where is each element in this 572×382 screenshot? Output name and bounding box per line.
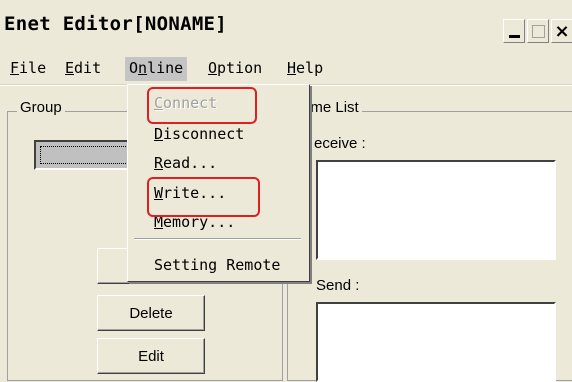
group-selector[interactable] xyxy=(34,140,134,170)
menu-item-disconnect[interactable]: Disconnect xyxy=(154,122,244,146)
maximize-icon xyxy=(531,24,545,38)
menu-online-mnemonic: n xyxy=(138,59,148,77)
delete-button[interactable]: Delete xyxy=(97,295,205,331)
menu-edit-mnemonic: E xyxy=(65,59,75,77)
minimize-icon xyxy=(508,34,520,38)
receive-list[interactable] xyxy=(316,160,556,260)
close-icon: × xyxy=(554,20,570,42)
edit-button[interactable]: Edit xyxy=(97,338,205,374)
title-bar: Enet Editor[NONAME] × xyxy=(0,0,572,52)
maximize-button[interactable] xyxy=(527,19,549,43)
receive-label: eceive : xyxy=(314,135,366,152)
menu-option-mnemonic: O xyxy=(208,59,218,77)
highlight-connect xyxy=(147,87,257,124)
menu-file-mnemonic: F xyxy=(10,59,20,77)
menu-online[interactable]: Online xyxy=(125,57,188,81)
menu-help[interactable]: Help xyxy=(283,57,327,81)
window-title: Enet Editor[NONAME] xyxy=(4,13,228,35)
group-label: Group xyxy=(17,99,65,116)
minimize-button[interactable] xyxy=(503,19,525,43)
menu-help-mnemonic: H xyxy=(287,59,297,77)
send-list[interactable] xyxy=(316,302,556,382)
read-mnemonic: R xyxy=(154,154,164,172)
menu-help-rest: elp xyxy=(296,59,324,77)
menu-bar: File Edit Online Option Help xyxy=(0,54,572,82)
menu-online-prefix: O xyxy=(129,59,139,77)
menu-separator xyxy=(134,238,301,240)
send-label: Send : xyxy=(316,277,360,294)
close-button[interactable]: × xyxy=(551,19,572,43)
menu-option-rest: ption xyxy=(217,59,263,77)
menu-edit[interactable]: Edit xyxy=(61,57,105,81)
focus-rect xyxy=(40,146,128,164)
menu-edit-rest: dit xyxy=(74,59,102,77)
disconnect-mnemonic: D xyxy=(154,125,164,143)
highlight-write xyxy=(147,177,260,217)
menu-file-rest: ile xyxy=(19,59,47,77)
menu-item-setting-remote[interactable]: Setting Remote xyxy=(154,253,280,277)
disconnect-rest: isconnect xyxy=(163,125,245,143)
menu-option[interactable]: Option xyxy=(204,57,266,81)
menu-item-read[interactable]: Read... xyxy=(154,151,217,175)
menu-file[interactable]: File xyxy=(6,57,50,81)
read-rest: ead... xyxy=(163,154,218,172)
menu-online-rest: line xyxy=(147,59,184,77)
